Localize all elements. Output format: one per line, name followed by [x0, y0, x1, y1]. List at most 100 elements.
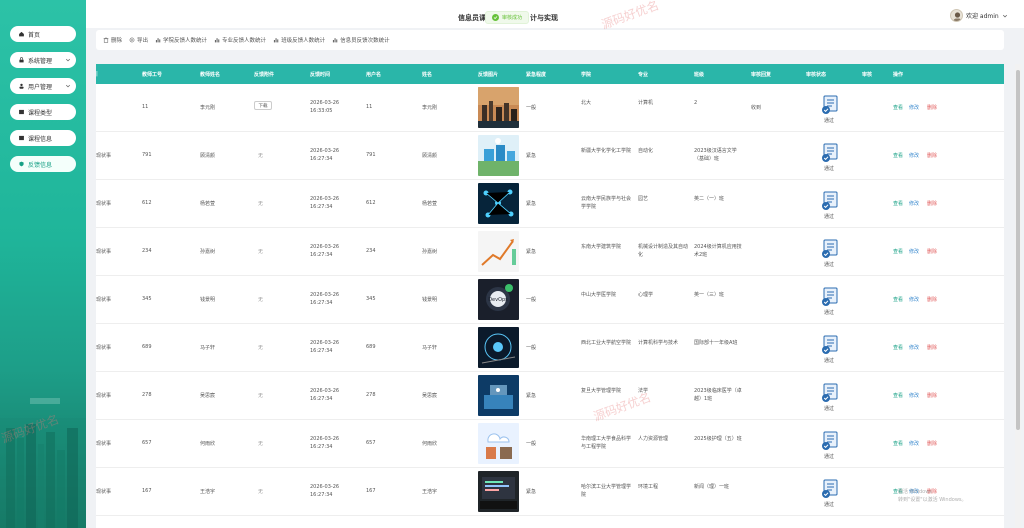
view-link[interactable]: 查看 [893, 104, 903, 111]
document-check-icon[interactable] [821, 239, 839, 259]
column-header[interactable]: 用户名 [366, 71, 381, 78]
user-menu[interactable]: 欢迎 admin [950, 9, 1008, 22]
column-header[interactable]: 审核 [862, 71, 872, 78]
bar-chart-icon [273, 37, 279, 43]
table-row[interactable]: 现状事 791 顾清颜 无 2026-03-26 16:27:34 791 顾清颜 紧急 新疆大… [96, 132, 1004, 180]
column-header[interactable]: 操作 [893, 71, 903, 78]
toolbar-button-3[interactable]: 专业反馈人数统计 [214, 36, 266, 44]
feedback-image[interactable] [478, 87, 519, 128]
feedback-image[interactable] [478, 135, 519, 176]
download-button[interactable]: 下载 [254, 101, 272, 110]
column-header[interactable]: 审核状态 [806, 71, 826, 78]
document-check-icon[interactable] [821, 287, 839, 307]
cell-attachment: 无 [258, 393, 264, 399]
box-icon [18, 135, 25, 141]
sidebar-item-4[interactable]: 课程信息 [10, 130, 76, 146]
column-header[interactable]: 反馈附件 [254, 71, 274, 78]
table-row[interactable]: 现状事 689 马子轩 无 2026-03-26 16:27:34 689 马子轩 一般 西北工… [96, 324, 1004, 372]
column-header[interactable]: 审核回复 [751, 71, 771, 78]
table-row[interactable]: 现状事 345 钱景明 无 2026-03-26 16:27:34 345 钱景明 DevOp… [96, 276, 1004, 324]
document-check-icon[interactable] [821, 95, 839, 115]
bar-chart-icon [155, 37, 161, 43]
delete-link[interactable]: 删除 [927, 104, 937, 111]
cell-feedback-time: 2026-03-26 16:27:34 [310, 292, 340, 306]
chevron-down-icon [1002, 13, 1008, 19]
cell-college: 新疆大学化学化工学院 [581, 148, 632, 154]
sidebar-item-2[interactable]: 用户管理 [10, 78, 76, 94]
delete-link[interactable]: 删除 [927, 248, 937, 255]
cell-major: 环境工程 [638, 484, 659, 490]
sidebar-item-5[interactable]: 反馈信息 [10, 156, 76, 172]
document-check-icon[interactable] [821, 143, 839, 163]
table-row[interactable]: 11 李元刚 下载 2026-03-26 16:33:05 11 李元刚 一般 北大 计算机 2 收… [96, 84, 1004, 132]
column-header[interactable]: 反馈时间 [310, 71, 330, 78]
view-link[interactable]: 查看 [893, 296, 903, 303]
delete-link[interactable]: 删除 [927, 296, 937, 303]
scrollbar-thumb[interactable] [1016, 70, 1020, 430]
feedback-image[interactable] [478, 327, 519, 368]
feedback-image[interactable] [478, 471, 519, 512]
view-link[interactable]: 查看 [893, 344, 903, 351]
toolbar-button-1[interactable]: 导出 [129, 36, 148, 44]
sidebar-item-1[interactable]: 系统管理 [10, 52, 76, 68]
document-check-icon[interactable] [821, 335, 839, 355]
document-check-icon[interactable] [821, 383, 839, 403]
edit-link[interactable]: 修改 [909, 152, 919, 159]
edit-link[interactable]: 修改 [909, 392, 919, 399]
view-link[interactable]: 查看 [893, 248, 903, 255]
cell-reply: 收到 [751, 105, 762, 111]
sidebar-item-0[interactable]: 首页 [10, 26, 76, 42]
edit-link[interactable]: 修改 [909, 200, 919, 207]
feedback-image[interactable] [478, 375, 519, 416]
toolbar-button-2[interactable]: 学院反馈人数统计 [155, 36, 207, 44]
toolbar-button-5[interactable]: 信息员反馈次数统计 [332, 36, 390, 44]
edit-link[interactable]: 修改 [909, 248, 919, 255]
delete-link[interactable]: 删除 [927, 344, 937, 351]
view-link[interactable]: 查看 [893, 152, 903, 159]
cell-class: 国际部十一年级A班 [694, 340, 738, 346]
view-link[interactable]: 查看 [893, 440, 903, 447]
feedback-image[interactable] [478, 231, 519, 272]
document-check-icon[interactable] [821, 431, 839, 451]
document-check-icon[interactable] [821, 479, 839, 499]
edit-link[interactable]: 修改 [909, 344, 919, 351]
delete-link[interactable]: 删除 [927, 152, 937, 159]
view-link[interactable]: 查看 [893, 200, 903, 207]
table-row[interactable]: 现状事 612 杨若萱 无 2026-03-26 16:27:34 612 杨若萱 紧急 云南大… [96, 180, 1004, 228]
home-icon [18, 31, 25, 37]
edit-link[interactable]: 修改 [909, 296, 919, 303]
cell-teacher-name: 吴思宸 [200, 393, 216, 399]
column-header[interactable]: 教师工号 [142, 71, 162, 78]
cell-name: 钱景明 [422, 297, 438, 303]
column-header[interactable]: 紧急程度 [526, 71, 546, 78]
check-circle-icon [492, 14, 499, 21]
cell-college: 哈尔滨工业大学管理学院 [581, 484, 632, 498]
column-header[interactable]: 教师姓名 [200, 71, 220, 78]
chevron-down-icon [65, 83, 71, 89]
column-header[interactable]: 班级 [694, 71, 704, 78]
feedback-image[interactable] [478, 183, 519, 224]
delete-link[interactable]: 删除 [927, 392, 937, 399]
column-header[interactable]: 学院 [581, 71, 591, 78]
table-row[interactable]: 现状事 167 王浩宇 无 2026-03-26 16:27:34 167 王浩宇 紧急 哈尔滨… [96, 468, 1004, 516]
user-icon [18, 83, 25, 89]
feedback-image[interactable] [478, 423, 519, 464]
toolbar-button-0[interactable]: 删除 [103, 36, 122, 44]
column-header[interactable]: 反馈图片 [478, 71, 498, 78]
delete-link[interactable]: 删除 [927, 440, 937, 447]
feedback-image[interactable]: DevOps [478, 279, 519, 320]
vertical-scrollbar[interactable] [1015, 64, 1021, 528]
document-check-icon[interactable] [821, 191, 839, 211]
delete-link[interactable]: 删除 [927, 200, 937, 207]
table-row[interactable]: 现状事 657 何雨欣 无 2026-03-26 16:27:34 657 何雨欣 一般 华南理… [96, 420, 1004, 468]
table-row[interactable]: 现状事 278 吴思宸 无 2026-03-26 16:27:34 278 吴思宸 紧急 复旦大… [96, 372, 1004, 420]
edit-link[interactable]: 修改 [909, 104, 919, 111]
view-link[interactable]: 查看 [893, 392, 903, 399]
edit-link[interactable]: 修改 [909, 440, 919, 447]
table-row[interactable]: 现状事 234 孙嘉树 无 2026-03-26 16:27:34 234 孙嘉树 紧急 东南大… [96, 228, 1004, 276]
toolbar-button-4[interactable]: 班级反馈人数统计 [273, 36, 325, 44]
cell-urgency: 一般 [526, 297, 537, 303]
column-header[interactable]: 姓名 [422, 71, 432, 78]
column-header[interactable]: 专业 [638, 71, 648, 78]
sidebar-item-3[interactable]: 课程类型 [10, 104, 76, 120]
